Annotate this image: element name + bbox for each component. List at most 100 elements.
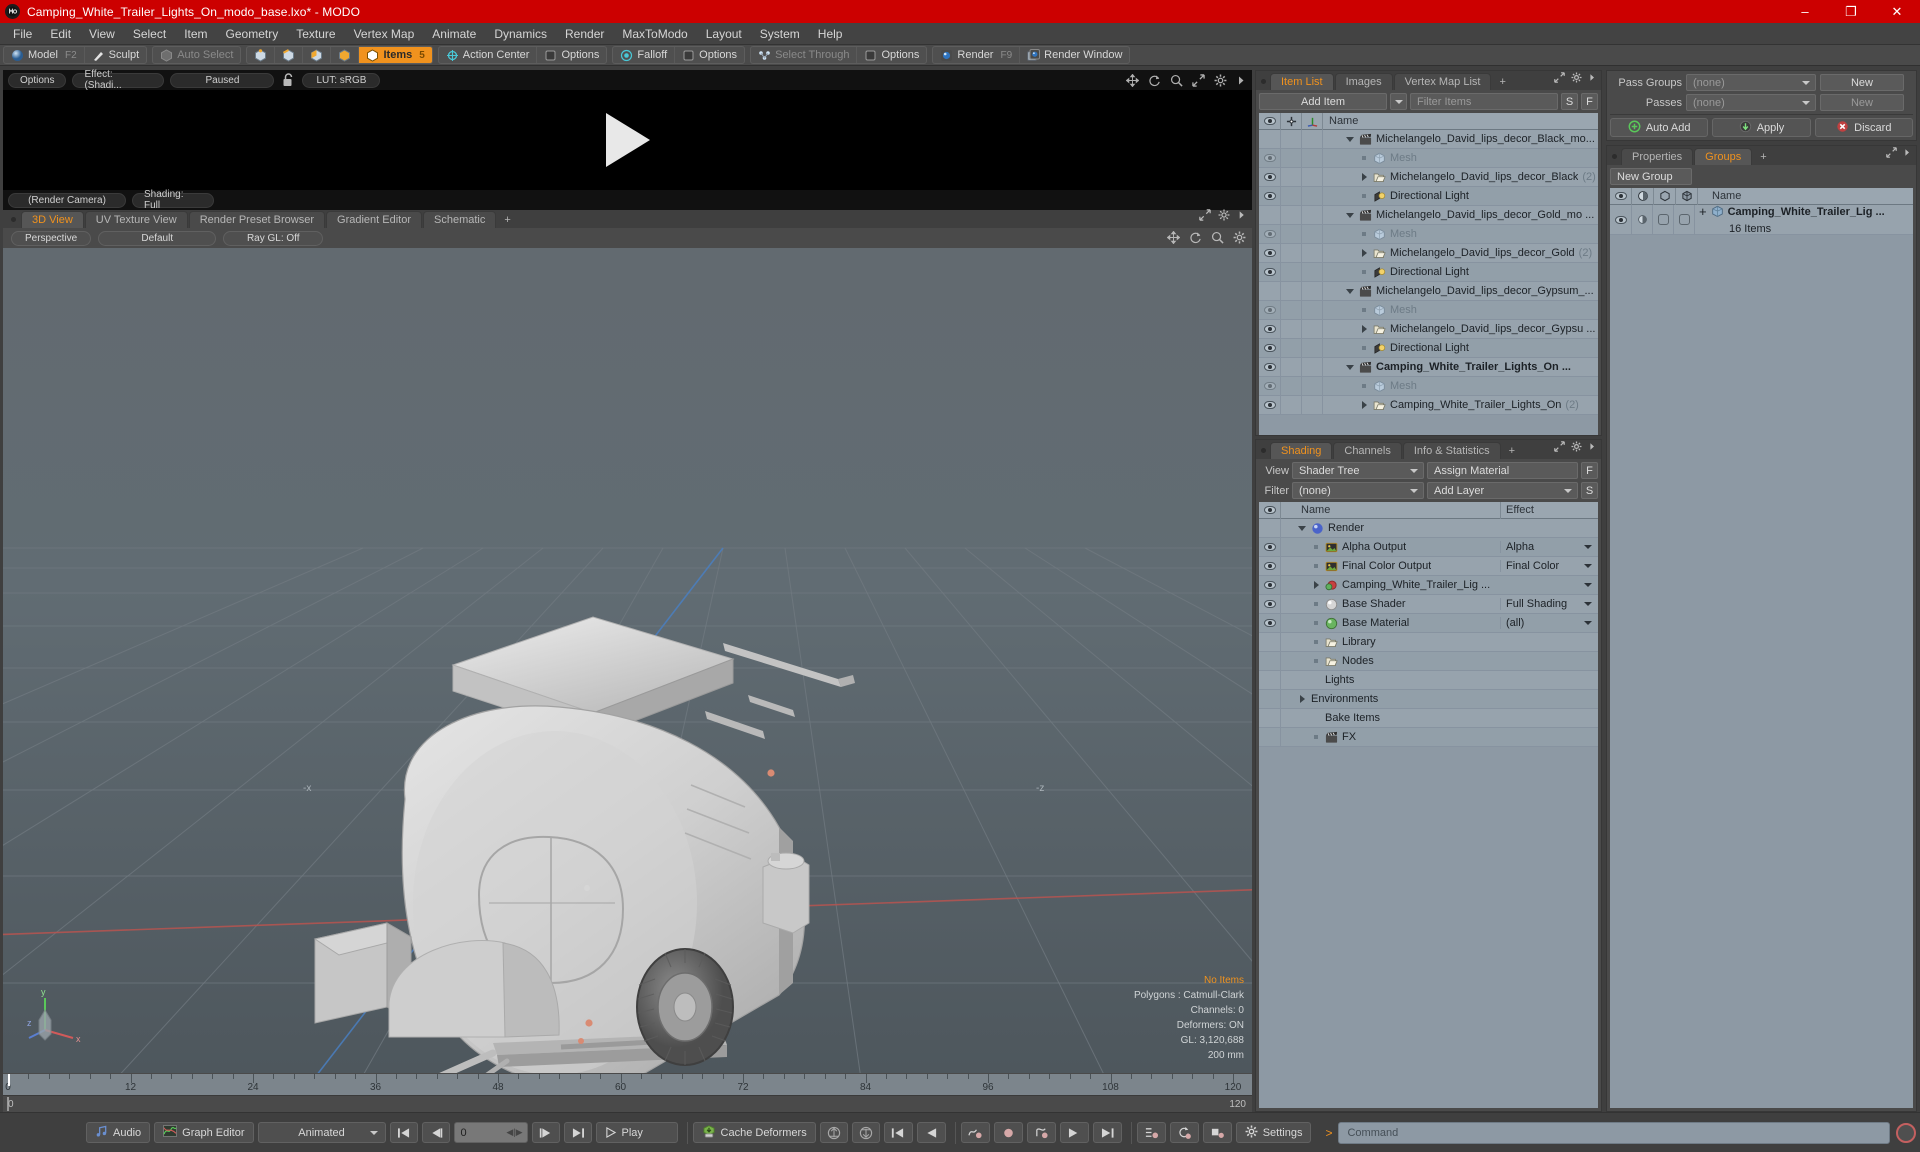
tab-schematic[interactable]: Schematic	[423, 211, 497, 228]
discard-button[interactable]: Discard	[1814, 118, 1913, 137]
key-set-button[interactable]	[1136, 1122, 1166, 1143]
settings-button[interactable]: Settings	[1235, 1122, 1312, 1143]
pass-groups-new-button[interactable]: New	[1820, 74, 1904, 91]
tab-item-list[interactable]: Item List	[1270, 73, 1334, 90]
row-disclosure-triangle[interactable]	[1345, 136, 1355, 142]
tab-handle-dot[interactable]	[1261, 79, 1266, 84]
row-wireframe-toggle[interactable]	[1653, 205, 1674, 235]
chevron-down-icon[interactable]	[1584, 602, 1592, 606]
row-lock-cell[interactable]	[1281, 205, 1302, 225]
row-visibility-toggle[interactable]	[1259, 689, 1281, 709]
edge-mode-button[interactable]	[275, 47, 304, 63]
menu-item-vertex-map[interactable]: Vertex Map	[345, 25, 424, 43]
row-axis-cell[interactable]	[1302, 357, 1323, 377]
menu-item-item[interactable]: Item	[175, 25, 216, 43]
expand-group-button[interactable]: +	[1699, 205, 1707, 219]
tab-render-preset-browser[interactable]: Render Preset Browser	[188, 211, 326, 228]
tab-gradient-editor[interactable]: Gradient Editor	[326, 211, 422, 228]
row-lock-cell[interactable]	[1281, 167, 1302, 187]
tab-handle-dot[interactable]	[1261, 448, 1266, 453]
cache-deformers-button[interactable]: Cache Deformers	[692, 1122, 816, 1143]
tab-info-statistics[interactable]: Info & Statistics	[1402, 442, 1501, 459]
tab-images[interactable]: Images	[1334, 73, 1393, 90]
panel-chevron-icon[interactable]	[1237, 208, 1246, 226]
shader-tree-body[interactable]: Render Alpha Output Alpha Final Color Outpu…	[1259, 519, 1598, 1108]
preview-lut-button[interactable]: LUT: sRGB	[302, 72, 381, 88]
minimize-button[interactable]: –	[1782, 0, 1828, 23]
move-icon[interactable]	[1125, 73, 1140, 92]
chevron-down-icon[interactable]	[1584, 564, 1592, 568]
tab-vertex-map-list[interactable]: Vertex Map List	[1393, 73, 1492, 90]
row-axis-cell[interactable]	[1302, 300, 1323, 320]
row-visibility-toggle[interactable]	[1259, 130, 1281, 149]
tab-add[interactable]: +	[1492, 73, 1512, 90]
jump-to-end-button[interactable]	[563, 1122, 592, 1143]
row-lock-cell[interactable]	[1281, 376, 1302, 396]
preview-effect-button[interactable]: Effect: (Shadi...	[72, 69, 165, 91]
render-preview-image[interactable]	[3, 90, 1252, 190]
item-list-row[interactable]: Mesh	[1259, 148, 1598, 168]
timeline-strip[interactable]: 0 120	[3, 1095, 1252, 1112]
tab-properties[interactable]: Properties	[1621, 148, 1694, 165]
shader-tree-dropdown[interactable]: Shader Tree	[1292, 462, 1424, 479]
row-visibility-toggle[interactable]	[1259, 243, 1281, 263]
perspective-button[interactable]: Perspective	[11, 230, 92, 246]
row-visibility-toggle[interactable]	[1259, 281, 1281, 301]
add-item-dropdown[interactable]	[1390, 93, 1407, 110]
tab-3d-view[interactable]: 3D View	[21, 211, 84, 228]
render-button[interactable]: Render F9	[933, 47, 1021, 63]
render-camera-button[interactable]: (Render Camera)	[8, 192, 126, 208]
filter-items-input[interactable]: Filter Items	[1410, 93, 1558, 110]
graph-editor-button[interactable]: Graph Editor	[154, 1122, 254, 1143]
row-lock-cell[interactable]	[1281, 148, 1302, 168]
default-shading-button[interactable]: Default	[98, 230, 217, 246]
key-dot-button[interactable]	[993, 1122, 1023, 1143]
menu-item-dynamics[interactable]: Dynamics	[485, 25, 556, 43]
row-axis-cell[interactable]	[1302, 186, 1323, 206]
panel-gear-icon[interactable]	[1571, 70, 1582, 88]
key-prev-button[interactable]	[883, 1122, 913, 1143]
row-lock-cell[interactable]	[1281, 243, 1302, 263]
row-solid-toggle[interactable]	[1674, 205, 1695, 235]
shader-tree-row[interactable]: Environments	[1259, 689, 1598, 709]
tab-add[interactable]: +	[1502, 442, 1522, 459]
row-visibility-toggle[interactable]	[1259, 632, 1281, 652]
auto-select-button[interactable]: Auto Select	[153, 47, 240, 63]
last-key-button[interactable]	[1092, 1122, 1122, 1143]
row-disclosure-triangle[interactable]	[1345, 364, 1355, 370]
row-visibility-toggle[interactable]	[1259, 651, 1281, 671]
select-through-options-button[interactable]: Options	[857, 47, 926, 63]
row-axis-cell[interactable]	[1302, 243, 1323, 263]
select-through-button[interactable]: Select Through	[751, 47, 858, 63]
preview-paused-button[interactable]: Paused	[170, 72, 275, 88]
row-lock-cell[interactable]	[1281, 262, 1302, 282]
row-lock-cell[interactable]	[1281, 357, 1302, 377]
item-list-row[interactable]: Mesh	[1259, 300, 1598, 320]
falloff-options-button[interactable]: Options	[675, 47, 744, 63]
material-mode-button[interactable]	[331, 47, 360, 63]
panel-chevron-icon[interactable]	[1903, 145, 1911, 163]
menu-item-select[interactable]: Select	[124, 25, 175, 43]
vertex-mode-button[interactable]	[247, 47, 276, 63]
shader-tree-row[interactable]: Lights	[1259, 670, 1598, 690]
row-axis-cell[interactable]	[1302, 262, 1323, 282]
shader-tree-row[interactable]: Camping_White_Trailer_Lig ...	[1259, 575, 1598, 595]
row-disclosure-triangle[interactable]	[1359, 173, 1369, 181]
row-visibility-toggle[interactable]	[1259, 300, 1281, 320]
menu-item-view[interactable]: View	[80, 25, 124, 43]
chevron-right-icon[interactable]	[1236, 74, 1246, 92]
row-axis-cell[interactable]	[1302, 148, 1323, 168]
deform-down-button[interactable]	[851, 1122, 880, 1143]
row-lock-cell[interactable]	[1281, 319, 1302, 339]
item-list-row[interactable]: Michelangelo_David_lips_decor_Black (2)	[1259, 167, 1598, 187]
tab-uv-texture-view[interactable]: UV Texture View	[84, 211, 188, 228]
row-visibility-toggle[interactable]	[1259, 670, 1281, 690]
row-visibility-toggle[interactable]	[1259, 613, 1281, 633]
action-center-button[interactable]: Action Center	[439, 47, 538, 63]
tab-handle-dot[interactable]	[11, 217, 16, 222]
menu-item-layout[interactable]: Layout	[697, 25, 751, 43]
tab-shading[interactable]: Shading	[1270, 442, 1333, 459]
shader-tree-row[interactable]: Base Material (all)	[1259, 613, 1598, 633]
rotate-icon[interactable]	[1148, 74, 1161, 92]
shader-tree-row[interactable]: Nodes	[1259, 651, 1598, 671]
